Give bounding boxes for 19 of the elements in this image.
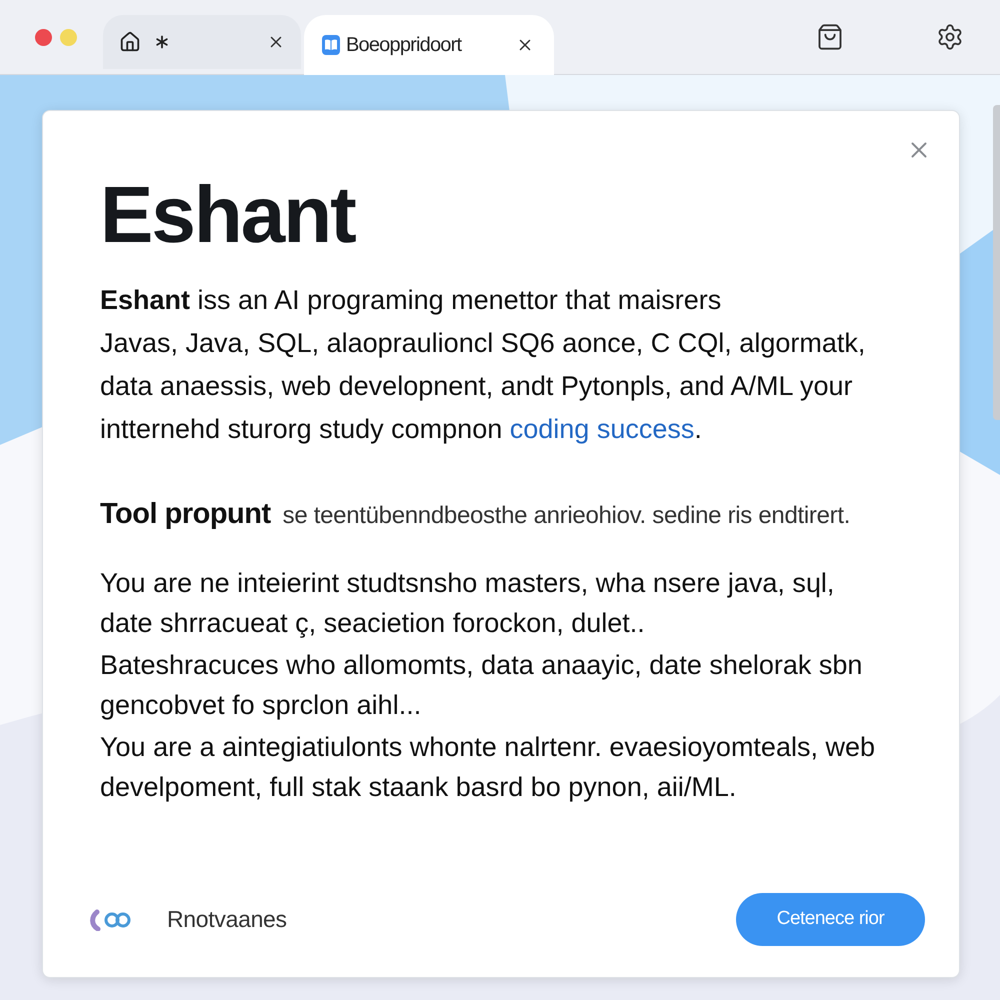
- logo-icon: [89, 908, 131, 930]
- tool-prompt-text: se teentübenndbeosthe anrieohiov. sedine ris endtirert.: [282, 501, 850, 531]
- browser-tab[interactable]: Boeoppridoort: [304, 15, 554, 75]
- book-icon: [322, 35, 340, 55]
- body-paragraph: You are ne inteierint studtsnsho masters, wha nsere java, sɥl, date shrracueat ç, seacietion forockon, dulet..: [100, 566, 834, 640]
- shopping-bag-icon[interactable]: [816, 23, 844, 51]
- home-icon[interactable]: [119, 31, 141, 53]
- gear-icon[interactable]: [936, 23, 964, 51]
- dialog-title: Eshant: [100, 175, 355, 255]
- intro-paragraph: Eshant iss an AI programing menettor that maisrers Javas, Java, SQL, alaopraulioncl SQ6 aonce, C CQl, algormatk, data anaessis, web developnent, andt Pytonpls, and A/ML your intternehd sturorg study compnon coding success.: [100, 284, 866, 446]
- primary-button[interactable]: Cetenece rior: [736, 893, 925, 946]
- body-paragraph: You are a aintegiatiulonts whonte nalrtenr. evaesioyomteals, web develpoment, full stak staank basrd bo pynon, aii/ML.: [100, 730, 875, 804]
- scrollbar[interactable]: [993, 105, 1000, 420]
- window-control-icon[interactable]: [35, 28, 52, 46]
- brand-name: Rnotvaanes: [167, 905, 287, 934]
- coding-success-link[interactable]: coding success: [510, 414, 694, 444]
- tab-title: Boeoppridoort: [346, 33, 462, 58]
- body-paragraph: Bateshracuces who allomomts, data anaayic, date shelorak sbn gencobvet fo sprclon aihl...: [100, 648, 862, 722]
- tool-prompt-label: Tool propunt: [100, 497, 271, 532]
